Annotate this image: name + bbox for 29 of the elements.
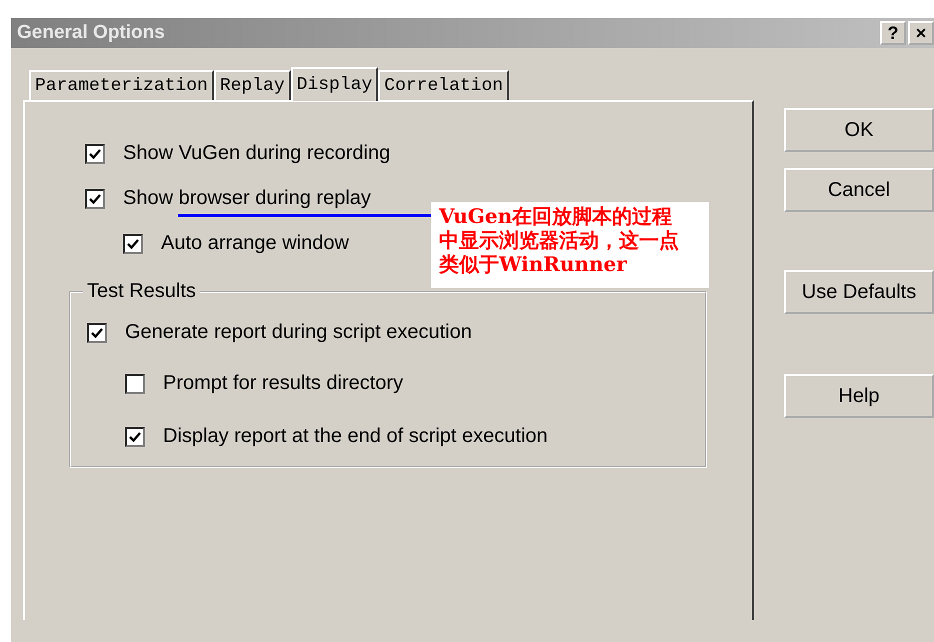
checkbox[interactable] (85, 144, 105, 164)
checkmark-icon (128, 430, 142, 444)
dialog-button[interactable]: Help (784, 374, 934, 418)
tab[interactable]: Replay (214, 70, 291, 100)
checkbox-label[interactable]: Auto arrange window (161, 232, 349, 255)
window-title: General Options (17, 22, 165, 44)
checkmark-icon (90, 326, 104, 340)
checkbox[interactable] (125, 374, 145, 394)
tab[interactable]: Correlation (378, 70, 510, 100)
annotation-callout: VuGen在回放脚本的过程中显示浏览器活动，这一点类似于WinRunner (431, 202, 709, 288)
close-button[interactable]: × (908, 21, 934, 45)
checkbox-label[interactable]: Prompt for results directory (163, 372, 404, 395)
dialog-button[interactable]: OK (784, 108, 934, 152)
checkmark-icon (88, 146, 102, 160)
checkmark-icon (88, 192, 102, 206)
help-button[interactable]: ? (880, 21, 906, 45)
dialog-button[interactable]: Cancel (784, 168, 934, 212)
checkbox[interactable] (87, 322, 107, 342)
checkbox-label[interactable]: Generate report during script execution (125, 321, 472, 344)
checkbox[interactable] (123, 234, 143, 254)
checkbox[interactable] (125, 426, 145, 446)
tab[interactable]: Parameterization (29, 70, 214, 100)
checkbox-label[interactable]: Show browser during replay (123, 187, 371, 210)
tab[interactable]: Display (290, 67, 378, 101)
checkbox[interactable] (85, 188, 105, 208)
checkbox-label[interactable]: Show VuGen during recording (123, 142, 390, 165)
checkbox-label[interactable]: Display report at the end of script execution (163, 425, 548, 448)
checkmark-icon (126, 236, 140, 250)
dialog-button[interactable]: Use Defaults (784, 270, 934, 314)
